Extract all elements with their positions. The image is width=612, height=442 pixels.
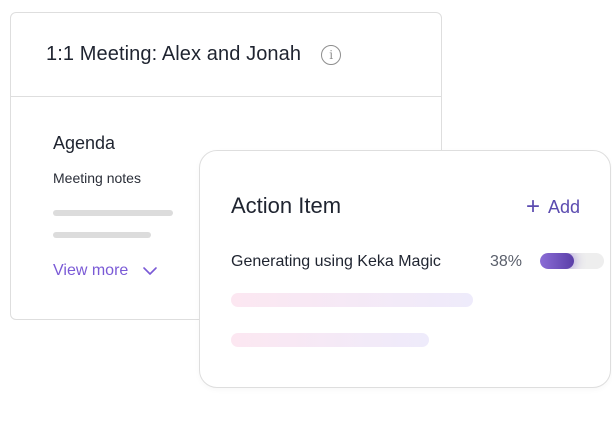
view-more-link[interactable]: View more bbox=[53, 262, 158, 280]
plus-icon: + bbox=[525, 193, 540, 220]
action-item-title: Action Item bbox=[231, 193, 342, 218]
progress-bar bbox=[540, 253, 604, 269]
skeleton-line bbox=[53, 210, 173, 216]
progress-fill bbox=[540, 253, 574, 269]
add-button[interactable]: + Add bbox=[526, 195, 580, 219]
generating-label: Generating using Keka Magic bbox=[231, 253, 441, 270]
meeting-title: 1:1 Meeting: Alex and Jonah bbox=[46, 43, 302, 65]
meeting-header: 1:1 Meeting: Alex and Jonah i bbox=[11, 13, 441, 97]
action-item-card: Action Item + Add Generating using Keka … bbox=[199, 150, 611, 388]
progress-percent: 38% bbox=[490, 253, 523, 270]
skeleton-line bbox=[53, 232, 151, 238]
add-label: Add bbox=[547, 196, 580, 217]
agenda-heading: Agenda bbox=[53, 133, 116, 153]
loading-placeholder-bar bbox=[231, 293, 473, 307]
chevron-down-icon bbox=[143, 267, 158, 275]
meeting-notes-label: Meeting notes bbox=[53, 170, 141, 186]
view-more-label: View more bbox=[53, 262, 129, 279]
info-icon[interactable]: i bbox=[321, 44, 342, 65]
loading-placeholder-bar bbox=[231, 333, 429, 347]
